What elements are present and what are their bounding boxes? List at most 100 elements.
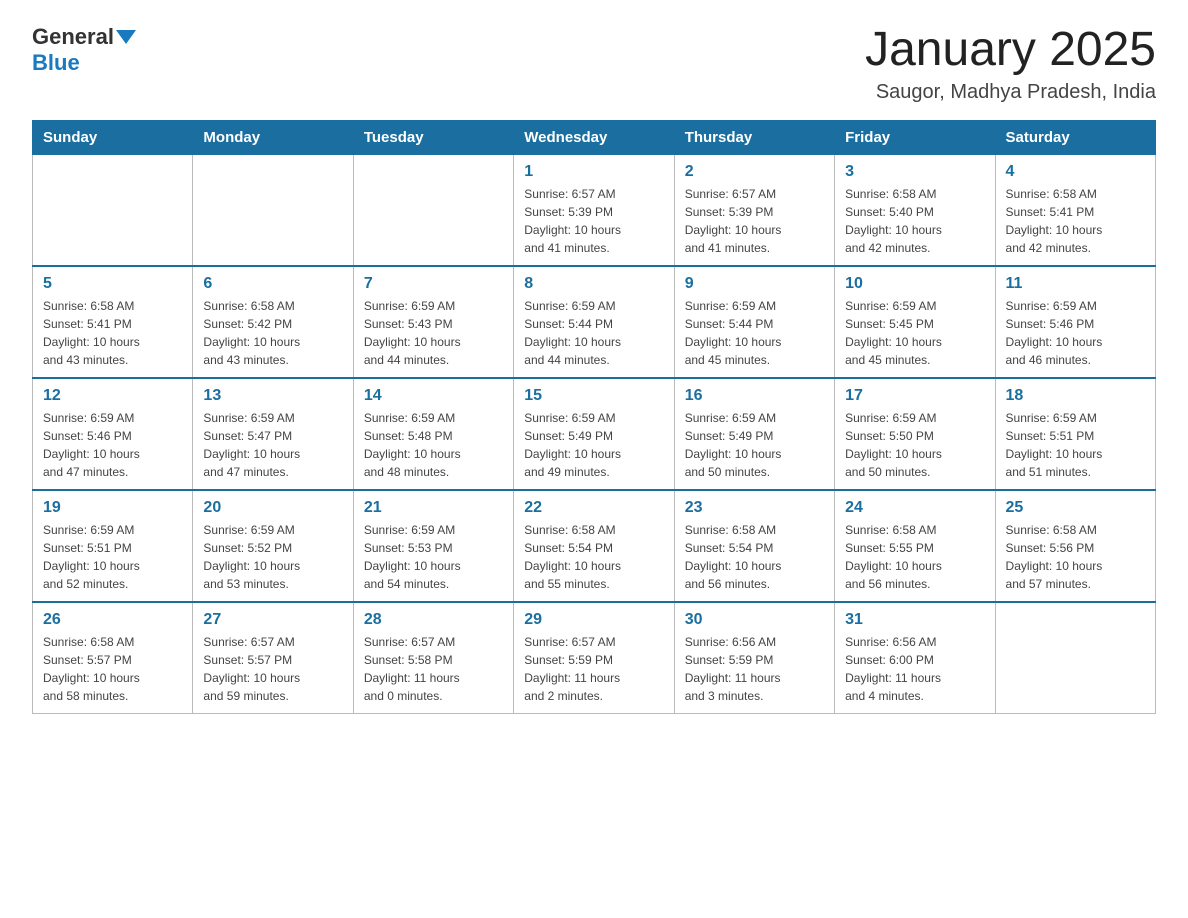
calendar-cell: 26 Sunrise: 6:58 AM Sunset: 5:57 PM Dayli… (33, 602, 193, 714)
col-header-friday: Friday (835, 120, 995, 154)
calendar-cell: 11 Sunrise: 6:59 AM Sunset: 5:46 PM Dayli… (995, 266, 1155, 378)
calendar-cell: 22Sunrise: 6:58 AM Sunset: 5:54 PM Dayli… (514, 490, 674, 602)
calendar-week-row: 1 Sunrise: 6:57 AM Sunset: 5:39 PM Daylig… (33, 154, 1156, 266)
day-info: Sunrise: 6:58 AM Sunset: 5:41 PM Dayligh… (1006, 185, 1145, 257)
day-number: 4 (1006, 163, 1145, 181)
day-number: 17 (845, 387, 984, 405)
day-number: 24 (845, 499, 984, 517)
col-header-wednesday: Wednesday (514, 120, 674, 154)
day-number: 15 (524, 387, 663, 405)
day-info: Sunrise: 6:59 AM Sunset: 5:49 PM Dayligh… (685, 409, 824, 481)
calendar-cell (33, 154, 193, 266)
day-number: 18 (1006, 387, 1145, 405)
col-header-saturday: Saturday (995, 120, 1155, 154)
logo: General Blue (32, 24, 138, 76)
calendar-week-row: 12Sunrise: 6:59 AM Sunset: 5:46 PM Dayli… (33, 378, 1156, 490)
day-number: 20 (203, 499, 342, 517)
calendar-cell: 18Sunrise: 6:59 AM Sunset: 5:51 PM Dayli… (995, 378, 1155, 490)
calendar-cell (995, 602, 1155, 714)
day-info: Sunrise: 6:59 AM Sunset: 5:50 PM Dayligh… (845, 409, 984, 481)
title-block: January 2025 Saugor, Madhya Pradesh, Ind… (865, 24, 1156, 104)
day-info: Sunrise: 6:59 AM Sunset: 5:48 PM Dayligh… (364, 409, 503, 481)
day-info: Sunrise: 6:57 AM Sunset: 5:39 PM Dayligh… (524, 185, 663, 257)
page-header: General Blue January 2025 Saugor, Madhya… (32, 24, 1156, 104)
day-number: 29 (524, 611, 663, 629)
day-info: Sunrise: 6:59 AM Sunset: 5:45 PM Dayligh… (845, 297, 984, 369)
month-title: January 2025 (865, 24, 1156, 77)
day-number: 23 (685, 499, 824, 517)
day-number: 31 (845, 611, 984, 629)
day-number: 5 (43, 275, 182, 293)
calendar-cell: 27 Sunrise: 6:57 AM Sunset: 5:57 PM Dayli… (193, 602, 353, 714)
day-number: 8 (524, 275, 663, 293)
calendar-cell: 4 Sunrise: 6:58 AM Sunset: 5:41 PM Daylig… (995, 154, 1155, 266)
day-info: Sunrise: 6:59 AM Sunset: 5:44 PM Dayligh… (524, 297, 663, 369)
day-info: Sunrise: 6:56 AM Sunset: 5:59 PM Dayligh… (685, 633, 824, 705)
calendar-cell: 3 Sunrise: 6:58 AM Sunset: 5:40 PM Daylig… (835, 154, 995, 266)
day-number: 21 (364, 499, 503, 517)
day-info: Sunrise: 6:58 AM Sunset: 5:42 PM Dayligh… (203, 297, 342, 369)
logo-arrow-icon (116, 30, 136, 44)
calendar-cell: 10 Sunrise: 6:59 AM Sunset: 5:45 PM Dayli… (835, 266, 995, 378)
day-info: Sunrise: 6:59 AM Sunset: 5:47 PM Dayligh… (203, 409, 342, 481)
day-info: Sunrise: 6:59 AM Sunset: 5:46 PM Dayligh… (43, 409, 182, 481)
calendar-cell (193, 154, 353, 266)
day-info: Sunrise: 6:59 AM Sunset: 5:51 PM Dayligh… (43, 521, 182, 593)
day-number: 22 (524, 499, 663, 517)
calendar-table: SundayMondayTuesdayWednesdayThursdayFrid… (32, 120, 1156, 714)
location-subtitle: Saugor, Madhya Pradesh, India (865, 81, 1156, 104)
calendar-cell: 2Sunrise: 6:57 AM Sunset: 5:39 PM Daylig… (674, 154, 834, 266)
calendar-cell: 21Sunrise: 6:59 AM Sunset: 5:53 PM Dayli… (353, 490, 513, 602)
calendar-cell: 7 Sunrise: 6:59 AM Sunset: 5:43 PM Daylig… (353, 266, 513, 378)
day-number: 2 (685, 163, 824, 181)
calendar-cell: 1 Sunrise: 6:57 AM Sunset: 5:39 PM Daylig… (514, 154, 674, 266)
calendar-cell: 6 Sunrise: 6:58 AM Sunset: 5:42 PM Daylig… (193, 266, 353, 378)
calendar-cell: 5 Sunrise: 6:58 AM Sunset: 5:41 PM Daylig… (33, 266, 193, 378)
logo-blue-text: Blue (32, 50, 80, 75)
day-info: Sunrise: 6:57 AM Sunset: 5:57 PM Dayligh… (203, 633, 342, 705)
calendar-cell: 30 Sunrise: 6:56 AM Sunset: 5:59 PM Dayli… (674, 602, 834, 714)
calendar-cell: 12Sunrise: 6:59 AM Sunset: 5:46 PM Dayli… (33, 378, 193, 490)
logo-general-text: General (32, 24, 114, 50)
day-number: 30 (685, 611, 824, 629)
day-info: Sunrise: 6:57 AM Sunset: 5:59 PM Dayligh… (524, 633, 663, 705)
calendar-week-row: 19 Sunrise: 6:59 AM Sunset: 5:51 PM Dayli… (33, 490, 1156, 602)
calendar-cell: 19 Sunrise: 6:59 AM Sunset: 5:51 PM Dayli… (33, 490, 193, 602)
day-number: 27 (203, 611, 342, 629)
day-number: 16 (685, 387, 824, 405)
calendar-cell: 9Sunrise: 6:59 AM Sunset: 5:44 PM Daylig… (674, 266, 834, 378)
day-info: Sunrise: 6:59 AM Sunset: 5:46 PM Dayligh… (1006, 297, 1145, 369)
day-number: 6 (203, 275, 342, 293)
calendar-cell: 13Sunrise: 6:59 AM Sunset: 5:47 PM Dayli… (193, 378, 353, 490)
day-info: Sunrise: 6:59 AM Sunset: 5:43 PM Dayligh… (364, 297, 503, 369)
day-number: 26 (43, 611, 182, 629)
day-info: Sunrise: 6:58 AM Sunset: 5:56 PM Dayligh… (1006, 521, 1145, 593)
calendar-cell: 28Sunrise: 6:57 AM Sunset: 5:58 PM Dayli… (353, 602, 513, 714)
col-header-tuesday: Tuesday (353, 120, 513, 154)
day-info: Sunrise: 6:58 AM Sunset: 5:41 PM Dayligh… (43, 297, 182, 369)
day-info: Sunrise: 6:59 AM Sunset: 5:49 PM Dayligh… (524, 409, 663, 481)
day-number: 7 (364, 275, 503, 293)
calendar-cell: 14 Sunrise: 6:59 AM Sunset: 5:48 PM Dayli… (353, 378, 513, 490)
day-info: Sunrise: 6:59 AM Sunset: 5:44 PM Dayligh… (685, 297, 824, 369)
calendar-cell: 8 Sunrise: 6:59 AM Sunset: 5:44 PM Daylig… (514, 266, 674, 378)
day-number: 19 (43, 499, 182, 517)
calendar-cell: 16 Sunrise: 6:59 AM Sunset: 5:49 PM Dayli… (674, 378, 834, 490)
day-number: 10 (845, 275, 984, 293)
day-number: 14 (364, 387, 503, 405)
calendar-cell: 15 Sunrise: 6:59 AM Sunset: 5:49 PM Dayli… (514, 378, 674, 490)
col-header-thursday: Thursday (674, 120, 834, 154)
calendar-cell: 25Sunrise: 6:58 AM Sunset: 5:56 PM Dayli… (995, 490, 1155, 602)
day-info: Sunrise: 6:58 AM Sunset: 5:40 PM Dayligh… (845, 185, 984, 257)
calendar-cell: 20Sunrise: 6:59 AM Sunset: 5:52 PM Dayli… (193, 490, 353, 602)
calendar-cell: 17 Sunrise: 6:59 AM Sunset: 5:50 PM Dayli… (835, 378, 995, 490)
calendar-week-row: 5 Sunrise: 6:58 AM Sunset: 5:41 PM Daylig… (33, 266, 1156, 378)
day-info: Sunrise: 6:58 AM Sunset: 5:57 PM Dayligh… (43, 633, 182, 705)
day-number: 1 (524, 163, 663, 181)
calendar-cell: 31Sunrise: 6:56 AM Sunset: 6:00 PM Dayli… (835, 602, 995, 714)
calendar-cell: 23 Sunrise: 6:58 AM Sunset: 5:54 PM Dayli… (674, 490, 834, 602)
col-header-sunday: Sunday (33, 120, 193, 154)
day-info: Sunrise: 6:58 AM Sunset: 5:54 PM Dayligh… (685, 521, 824, 593)
day-number: 3 (845, 163, 984, 181)
day-number: 11 (1006, 275, 1145, 293)
